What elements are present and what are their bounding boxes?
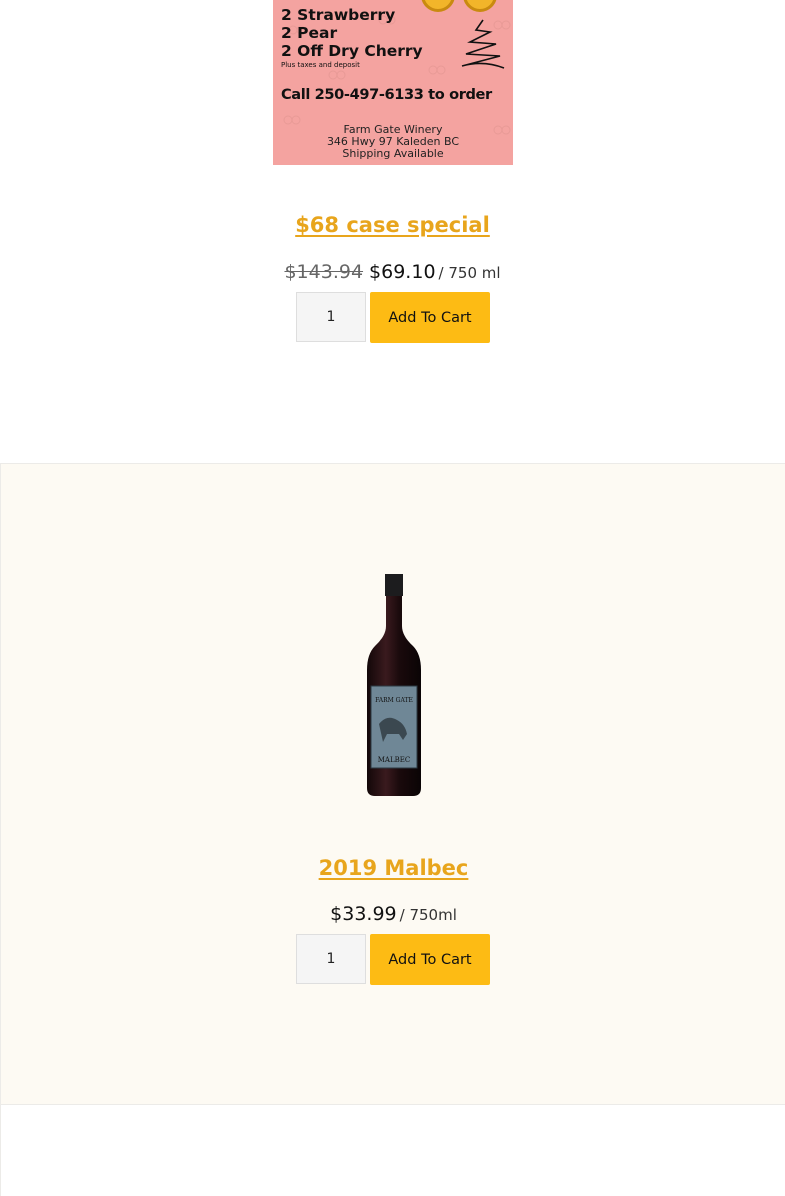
promo-call-text: Call 250-497-6133 to order (281, 86, 492, 103)
unit-size: / 750 ml (438, 264, 501, 282)
product-title-link[interactable]: 2019 Malbec (1, 856, 785, 880)
promo-line: 2 Pear (281, 24, 338, 42)
promo-address-line: Shipping Available (342, 147, 444, 160)
product-title-link[interactable]: $68 case special (0, 213, 785, 237)
promo-image[interactable]: 2 Strawberry 2 Pear 2 Off Dry Cherry Plu… (273, 0, 513, 165)
price-row: $143.94 $69.10/ 750 ml (0, 261, 785, 283)
promo-line: 2 Strawberry (281, 6, 396, 24)
add-to-cart-button[interactable]: Add To Cart (370, 934, 490, 985)
original-price: $143.94 (284, 261, 364, 283)
price-row: $33.99/ 750ml (1, 903, 785, 925)
wine-bottle-image[interactable]: FARM GATE MALBEC (361, 574, 427, 799)
unit-size: / 750ml (399, 906, 457, 924)
promo-line: 2 Off Dry Cherry (281, 42, 423, 60)
product-card-malbec: FARM GATE MALBEC 2019 Malbec $33.99/ 750… (0, 463, 785, 1105)
product-card-next (0, 1105, 785, 1196)
quantity-input[interactable] (296, 934, 366, 984)
product-card-case-special: 2 Strawberry 2 Pear 2 Off Dry Cherry Plu… (0, 0, 785, 464)
christmas-tree-icon (461, 19, 505, 69)
add-to-cart-button[interactable]: Add To Cart (370, 292, 490, 343)
bottle-label-brand: FARM GATE (375, 697, 413, 704)
quantity-input[interactable] (296, 292, 366, 342)
bottle-label-variety: MALBEC (378, 756, 410, 764)
promo-fine-print: Plus taxes and deposit (281, 61, 360, 69)
price: $33.99 (330, 903, 397, 925)
sale-price: $69.10 (369, 261, 436, 283)
